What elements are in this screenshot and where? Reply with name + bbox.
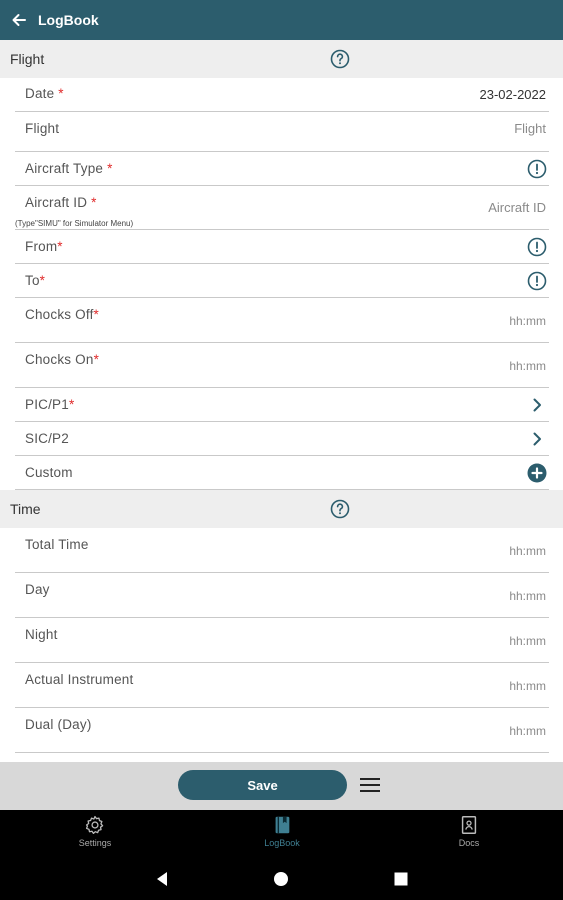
chevron-right-icon[interactable] xyxy=(527,429,547,449)
flight-input[interactable]: Flight xyxy=(514,121,546,136)
from-label: From xyxy=(25,239,58,254)
aircraft-id-label: Aircraft ID xyxy=(25,195,88,210)
required-marker: * xyxy=(68,397,75,412)
night-row[interactable]: Night hh:mm xyxy=(15,618,549,663)
nav-item-docs[interactable]: Docs xyxy=(419,814,519,858)
alert-circle-icon[interactable] xyxy=(527,237,547,257)
save-button[interactable]: Save xyxy=(178,770,347,800)
chocks-off-input[interactable]: hh:mm xyxy=(509,314,546,328)
time-section-header: Time xyxy=(0,490,563,528)
nav-item-settings[interactable]: Settings xyxy=(45,814,145,858)
gear-icon xyxy=(85,815,104,834)
required-marker: * xyxy=(91,195,97,210)
required-marker: * xyxy=(58,86,64,101)
sic-label: SIC/P2 xyxy=(25,431,69,446)
chocks-on-input[interactable]: hh:mm xyxy=(509,359,546,373)
chocks-on-label: Chocks On xyxy=(25,352,94,367)
date-value[interactable]: 23-02-2022 xyxy=(480,87,547,102)
alert-circle-icon[interactable] xyxy=(527,159,547,179)
system-recents-icon[interactable] xyxy=(392,870,410,888)
from-row[interactable]: From* xyxy=(15,230,549,264)
actual-instrument-input[interactable]: hh:mm xyxy=(509,679,546,693)
day-label: Day xyxy=(25,582,50,597)
aircraft-id-row[interactable]: Aircraft ID * (Type"SIMU" for Simulator … xyxy=(15,186,549,230)
custom-row[interactable]: Custom xyxy=(15,456,549,490)
flight-label: Flight xyxy=(25,121,60,136)
app-bar: LogBook xyxy=(0,0,563,40)
date-row[interactable]: Date * 23-02-2022 xyxy=(15,78,549,112)
chocks-off-row[interactable]: Chocks Off* hh:mm xyxy=(15,298,549,343)
chocks-off-label: Chocks Off xyxy=(25,307,94,322)
arrow-left-icon xyxy=(12,14,26,26)
night-input[interactable]: hh:mm xyxy=(509,634,546,648)
docs-icon xyxy=(461,816,477,834)
aircraft-type-row[interactable]: Aircraft Type * xyxy=(15,152,549,186)
total-time-input[interactable]: hh:mm xyxy=(509,544,546,558)
time-section-title: Time xyxy=(10,501,41,517)
actual-instrument-label: Actual Instrument xyxy=(25,672,134,687)
required-marker: * xyxy=(39,273,46,288)
bottom-navigation: Settings LogBook Docs xyxy=(0,810,563,858)
aircraft-type-label: Aircraft Type xyxy=(25,161,104,176)
dual-day-label: Dual (Day) xyxy=(25,717,92,732)
flight-section-header: Flight xyxy=(0,40,563,78)
day-input[interactable]: hh:mm xyxy=(509,589,546,603)
plus-circle-icon[interactable] xyxy=(527,463,547,483)
bottom-action-bar: Save xyxy=(0,762,563,810)
dual-day-row[interactable]: Dual (Day) hh:mm xyxy=(15,708,549,753)
actual-instrument-row[interactable]: Actual Instrument hh:mm xyxy=(15,663,549,708)
to-row[interactable]: To* xyxy=(15,264,549,298)
logbook-icon xyxy=(275,816,290,834)
chevron-right-icon[interactable] xyxy=(527,395,547,415)
pic-row[interactable]: PIC/P1* xyxy=(15,388,549,422)
to-label: To xyxy=(25,273,40,288)
alert-circle-icon[interactable] xyxy=(527,271,547,291)
required-marker: * xyxy=(93,352,100,367)
required-marker: * xyxy=(93,307,99,322)
menu-icon[interactable] xyxy=(358,773,382,797)
flight-row[interactable]: Flight Flight xyxy=(15,112,549,152)
total-time-row[interactable]: Total Time hh:mm xyxy=(15,528,549,573)
pic-label: PIC/P1 xyxy=(25,397,69,412)
page-title: LogBook xyxy=(38,12,99,28)
help-icon[interactable] xyxy=(330,49,350,69)
nav-label-docs: Docs xyxy=(458,838,480,848)
nav-item-logbook[interactable]: LogBook xyxy=(232,814,332,858)
required-marker: * xyxy=(57,239,63,254)
system-back-icon[interactable] xyxy=(153,870,171,888)
dual-day-input[interactable]: hh:mm xyxy=(509,724,546,738)
custom-label: Custom xyxy=(25,465,73,480)
date-label: Date xyxy=(25,86,55,101)
chocks-on-row[interactable]: Chocks On* hh:mm xyxy=(15,343,549,388)
day-row[interactable]: Day hh:mm xyxy=(15,573,549,618)
form-scroll-area[interactable]: Flight Date * 23-02-2022 Flight Flight A… xyxy=(0,40,563,762)
simu-hint: (Type"SIMU" for Simulator Menu) xyxy=(15,219,134,228)
help-icon[interactable] xyxy=(330,499,350,519)
system-navigation-bar xyxy=(0,858,563,900)
nav-label-settings: Settings xyxy=(78,838,112,848)
required-marker: * xyxy=(107,161,113,176)
night-label: Night xyxy=(25,627,58,642)
total-time-label: Total Time xyxy=(25,537,89,552)
sic-row[interactable]: SIC/P2 xyxy=(15,422,549,456)
system-home-icon[interactable] xyxy=(272,870,290,888)
flight-section-title: Flight xyxy=(10,51,45,67)
back-button[interactable] xyxy=(0,0,38,40)
nav-label-logbook: LogBook xyxy=(264,838,300,848)
aircraft-id-input[interactable]: Aircraft ID xyxy=(488,200,546,215)
